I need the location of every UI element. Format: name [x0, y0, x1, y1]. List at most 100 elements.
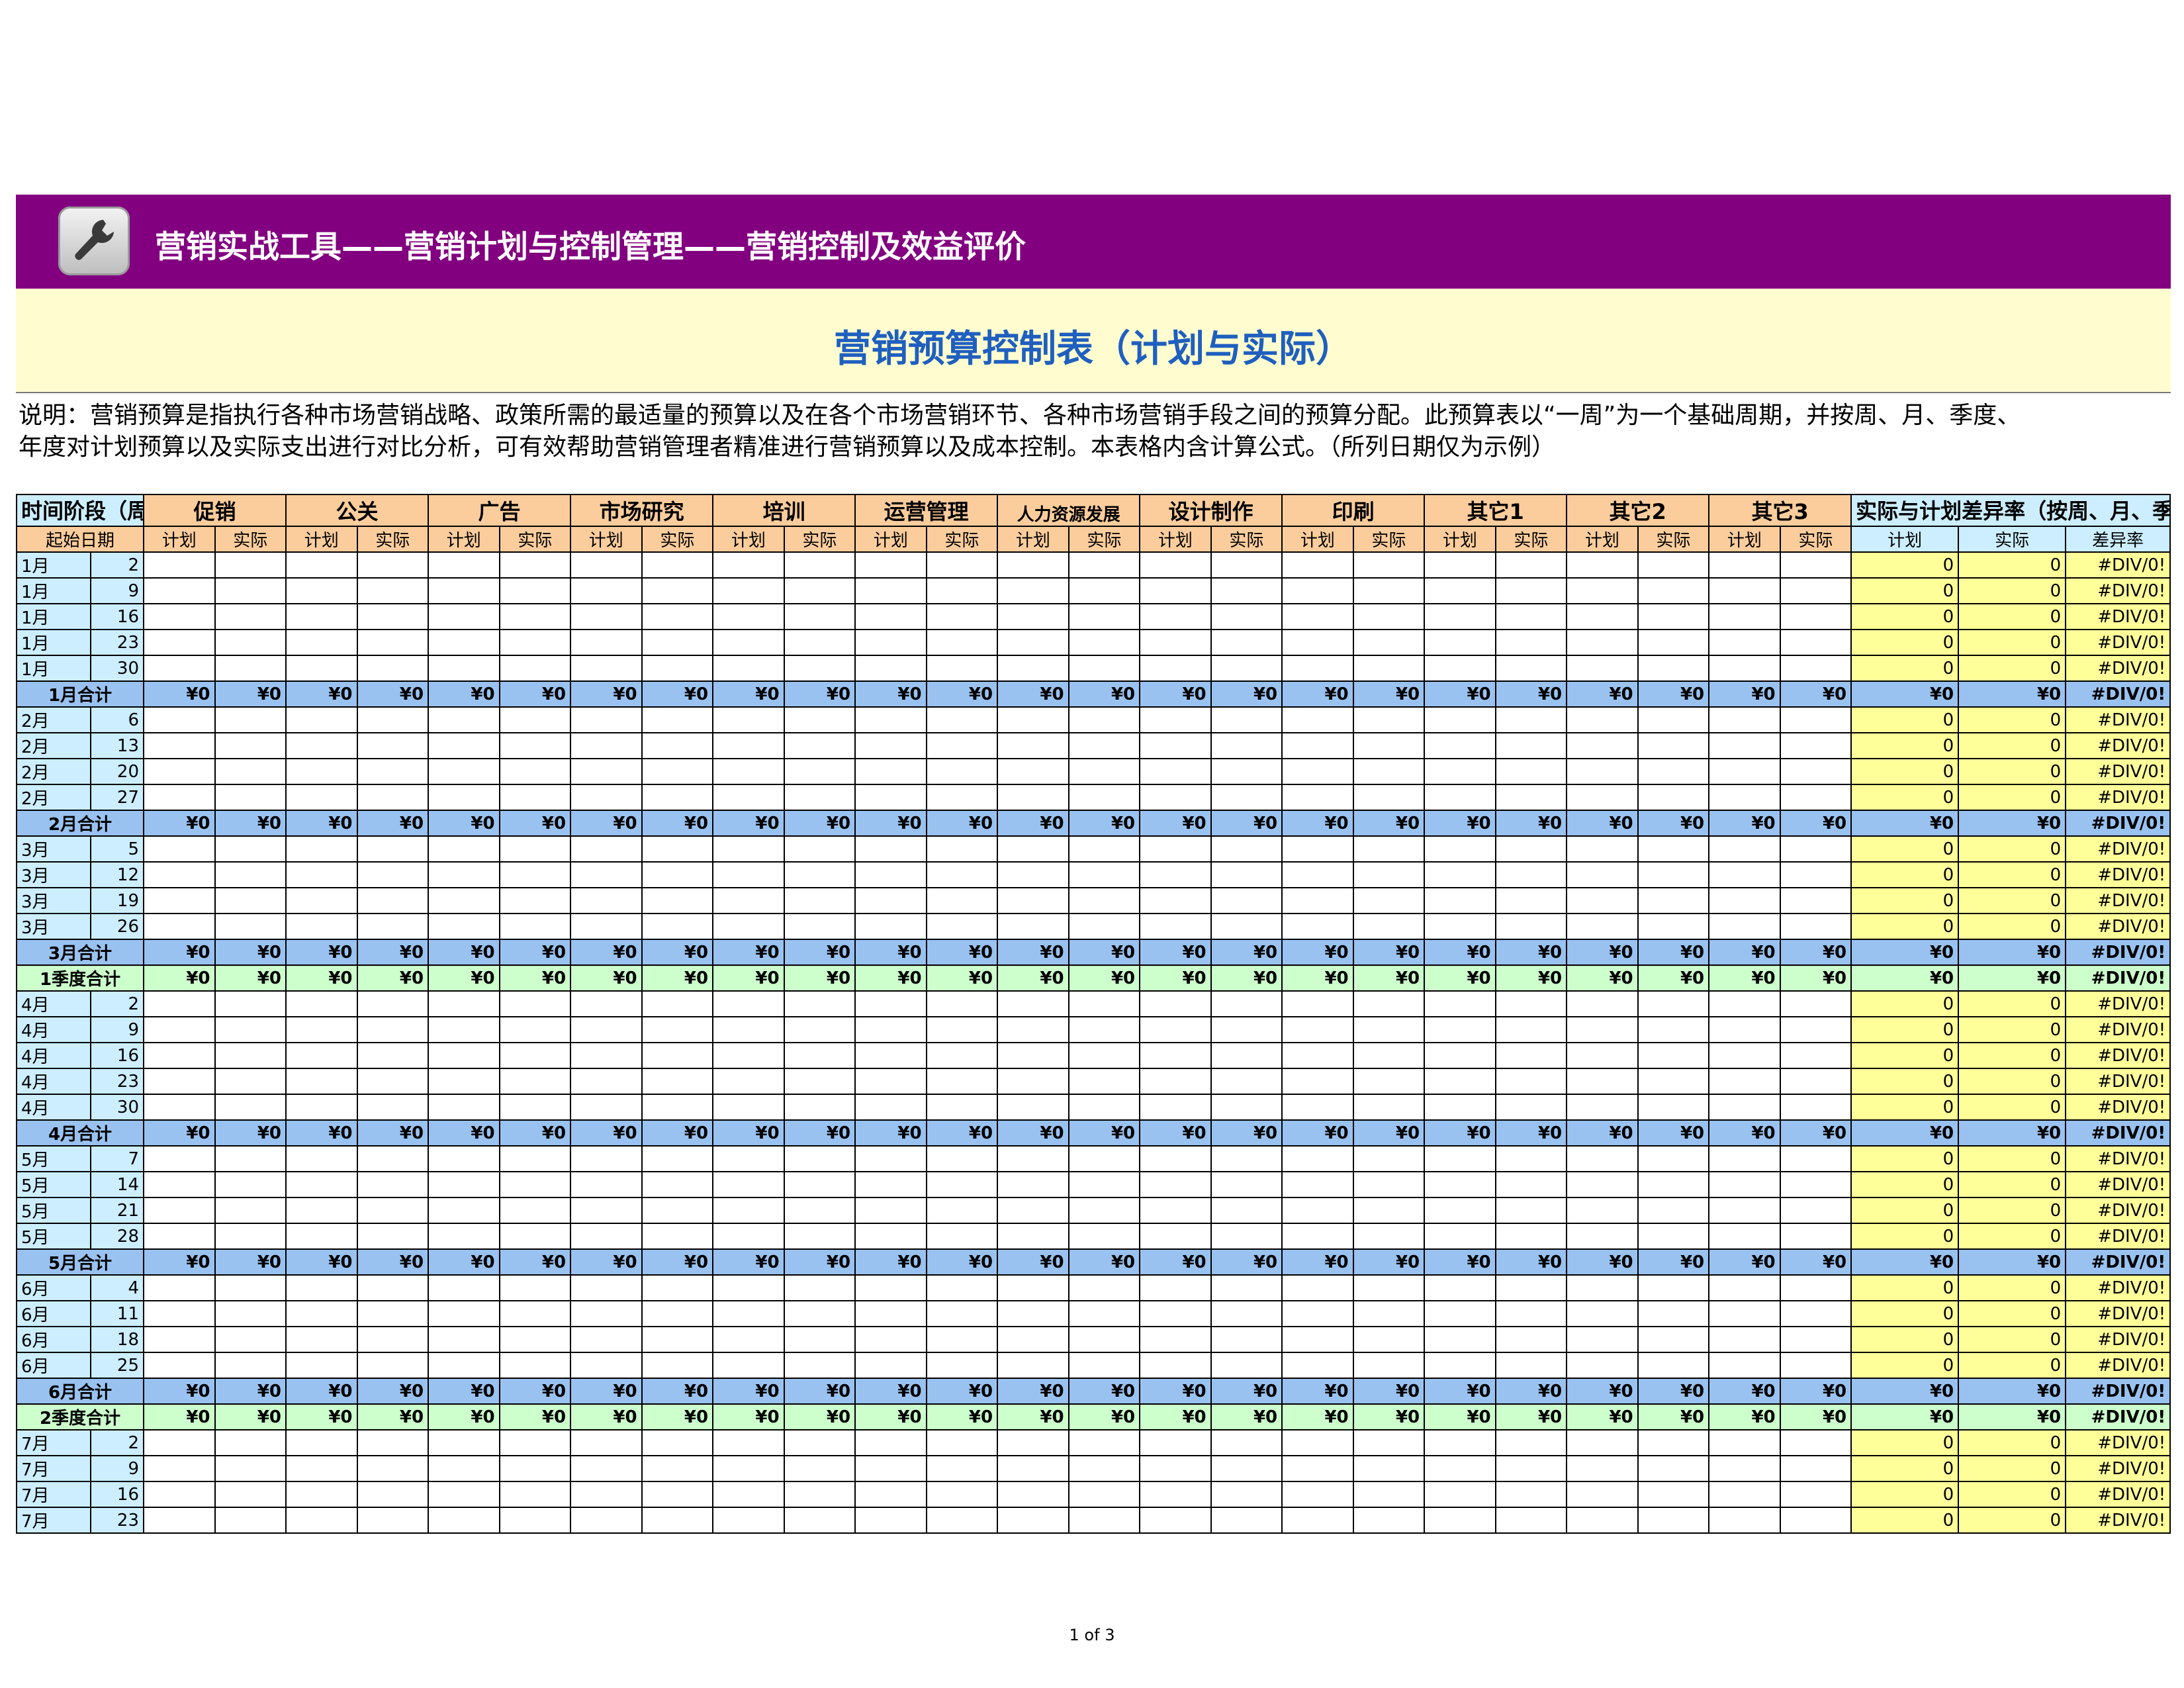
budget-input-cell[interactable] [925, 1274, 999, 1301]
budget-input-cell[interactable] [498, 1274, 572, 1301]
budget-input-cell[interactable] [712, 1171, 785, 1198]
budget-input-cell[interactable] [854, 1042, 927, 1069]
budget-input-cell[interactable] [1494, 990, 1568, 1017]
budget-input-cell[interactable] [356, 913, 430, 940]
budget-input-cell[interactable] [285, 1016, 358, 1043]
budget-input-cell[interactable] [783, 1223, 856, 1250]
budget-input-cell[interactable] [1637, 835, 1710, 863]
budget-input-cell[interactable] [712, 706, 785, 733]
budget-input-cell[interactable] [1708, 577, 1781, 604]
budget-input-cell[interactable] [1708, 1223, 1781, 1250]
budget-input-cell[interactable] [1210, 1507, 1283, 1534]
budget-input-cell[interactable] [1708, 887, 1781, 914]
budget-input-cell[interactable] [1424, 1352, 1496, 1379]
budget-input-cell[interactable] [1424, 913, 1496, 940]
budget-input-cell[interactable] [498, 1223, 572, 1250]
budget-input-cell[interactable] [143, 758, 216, 785]
budget-input-cell[interactable] [854, 551, 927, 579]
budget-input-cell[interactable] [1637, 732, 1710, 759]
budget-input-cell[interactable] [1637, 1145, 1710, 1172]
budget-input-cell[interactable] [143, 1171, 216, 1198]
budget-input-cell[interactable] [285, 1300, 358, 1327]
budget-input-cell[interactable] [1068, 1145, 1141, 1172]
budget-input-cell[interactable] [1352, 1326, 1426, 1353]
budget-input-cell[interactable] [854, 1197, 927, 1224]
budget-input-cell[interactable] [214, 577, 287, 604]
budget-input-cell[interactable] [356, 655, 430, 682]
budget-input-cell[interactable] [1210, 1068, 1283, 1095]
budget-input-cell[interactable] [1210, 1326, 1283, 1353]
budget-input-cell[interactable] [1281, 835, 1354, 863]
budget-input-cell[interactable] [641, 835, 714, 863]
budget-input-cell[interactable] [356, 1016, 430, 1043]
budget-input-cell[interactable] [143, 1274, 216, 1301]
budget-input-cell[interactable] [997, 1145, 1069, 1172]
budget-input-cell[interactable] [997, 577, 1069, 604]
budget-input-cell[interactable] [356, 784, 430, 811]
budget-input-cell[interactable] [1139, 1016, 1212, 1043]
budget-input-cell[interactable] [1424, 835, 1496, 863]
budget-input-cell[interactable] [997, 1326, 1069, 1353]
budget-input-cell[interactable] [1779, 1171, 1852, 1198]
budget-input-cell[interactable] [712, 784, 785, 811]
budget-input-cell[interactable] [1424, 758, 1496, 785]
budget-input-cell[interactable] [641, 1507, 714, 1534]
budget-input-cell[interactable] [1566, 1145, 1639, 1172]
budget-input-cell[interactable] [1424, 1481, 1496, 1508]
budget-input-cell[interactable] [925, 1507, 999, 1534]
budget-input-cell[interactable] [1139, 1300, 1212, 1327]
budget-input-cell[interactable] [997, 629, 1069, 656]
budget-input-cell[interactable] [997, 1016, 1069, 1043]
budget-input-cell[interactable] [854, 629, 927, 656]
budget-input-cell[interactable] [1708, 732, 1781, 759]
budget-input-cell[interactable] [570, 655, 643, 682]
budget-input-cell[interactable] [1352, 1481, 1426, 1508]
budget-input-cell[interactable] [1494, 913, 1568, 940]
budget-input-cell[interactable] [1424, 1455, 1496, 1482]
budget-input-cell[interactable] [1494, 1042, 1568, 1069]
budget-input-cell[interactable] [570, 1326, 643, 1353]
budget-input-cell[interactable] [143, 655, 216, 682]
budget-input-cell[interactable] [1708, 1068, 1781, 1095]
budget-input-cell[interactable] [1566, 913, 1639, 940]
budget-input-cell[interactable] [1566, 1455, 1639, 1482]
budget-input-cell[interactable] [1210, 655, 1283, 682]
budget-input-cell[interactable] [285, 1223, 358, 1250]
budget-input-cell[interactable] [997, 887, 1069, 914]
budget-input-cell[interactable] [712, 1042, 785, 1069]
budget-input-cell[interactable] [570, 1455, 643, 1482]
budget-input-cell[interactable] [285, 1145, 358, 1172]
budget-input-cell[interactable] [498, 655, 572, 682]
budget-input-cell[interactable] [1139, 1197, 1212, 1224]
budget-input-cell[interactable] [214, 1352, 287, 1379]
budget-input-cell[interactable] [712, 655, 785, 682]
budget-input-cell[interactable] [214, 1223, 287, 1250]
budget-input-cell[interactable] [428, 655, 500, 682]
budget-input-cell[interactable] [214, 1481, 287, 1508]
budget-input-cell[interactable] [1494, 706, 1568, 733]
budget-input-cell[interactable] [1779, 758, 1852, 785]
budget-input-cell[interactable] [1352, 577, 1426, 604]
budget-input-cell[interactable] [214, 1171, 287, 1198]
budget-input-cell[interactable] [143, 1094, 216, 1121]
budget-input-cell[interactable] [428, 1145, 500, 1172]
budget-input-cell[interactable] [1352, 1429, 1426, 1456]
budget-input-cell[interactable] [854, 603, 927, 630]
budget-input-cell[interactable] [1352, 835, 1426, 863]
budget-input-cell[interactable] [997, 1197, 1069, 1224]
budget-input-cell[interactable] [1139, 758, 1212, 785]
budget-input-cell[interactable] [1566, 758, 1639, 785]
budget-input-cell[interactable] [498, 1507, 572, 1534]
budget-input-cell[interactable] [1352, 1197, 1426, 1224]
budget-input-cell[interactable] [925, 1429, 999, 1456]
budget-input-cell[interactable] [356, 1300, 430, 1327]
budget-input-cell[interactable] [1779, 1429, 1852, 1456]
budget-input-cell[interactable] [1424, 1042, 1496, 1069]
budget-input-cell[interactable] [498, 1068, 572, 1095]
budget-input-cell[interactable] [1210, 1481, 1283, 1508]
budget-input-cell[interactable] [997, 990, 1069, 1017]
budget-input-cell[interactable] [712, 990, 785, 1017]
budget-input-cell[interactable] [712, 1429, 785, 1456]
budget-input-cell[interactable] [997, 1068, 1069, 1095]
budget-input-cell[interactable] [1779, 1481, 1852, 1508]
